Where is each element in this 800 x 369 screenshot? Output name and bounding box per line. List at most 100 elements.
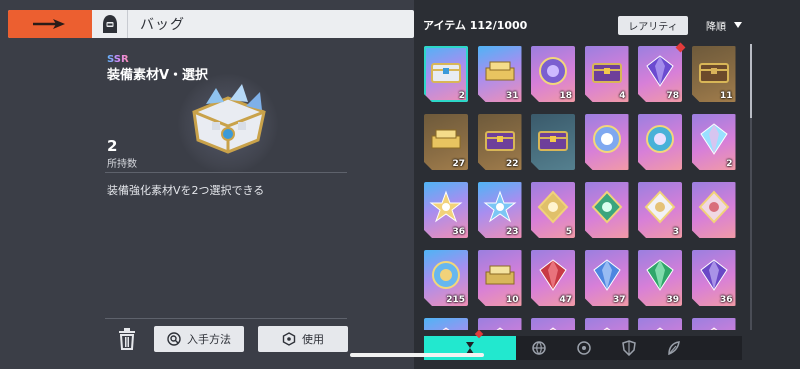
inventory-item[interactable]: 4	[585, 46, 629, 102]
filter-tab-shield[interactable]	[606, 336, 651, 360]
equipment-chest-icon	[192, 84, 266, 154]
page-title: バッグ	[140, 17, 185, 33]
inventory-item[interactable]	[531, 318, 575, 330]
gold-emblem-icon	[536, 190, 570, 224]
item-quantity: 22	[505, 159, 519, 169]
divider	[105, 318, 347, 319]
inventory-item[interactable]: 18	[531, 46, 575, 102]
purple-crystal-icon	[643, 54, 677, 88]
acquire-method-label: 入手方法	[187, 333, 231, 346]
rarity-sort-button[interactable]: レアリティ	[618, 16, 688, 35]
scrollbar-thumb[interactable]	[750, 44, 752, 118]
top-bar: バッグ	[8, 10, 414, 38]
partial-item-icon	[483, 326, 517, 330]
inventory-item[interactable]: 31	[478, 46, 522, 102]
divider	[105, 172, 347, 173]
jewel-chest-icon	[483, 122, 517, 156]
inventory-item[interactable]: 47	[531, 250, 575, 306]
treasure-chest-icon	[697, 54, 731, 88]
inventory-item[interactable]: 215	[424, 250, 468, 306]
search-icon	[167, 332, 181, 346]
gold-bars-icon	[429, 122, 463, 156]
back-arrow-icon	[33, 19, 65, 29]
green-crystal-icon	[643, 258, 677, 292]
inventory-item[interactable]: 3	[638, 182, 682, 238]
owned-count: 2	[107, 137, 118, 155]
blue-crystal-icon	[590, 258, 624, 292]
item-quantity: 5	[565, 227, 572, 237]
cross-emblem-icon	[697, 190, 731, 224]
use-button[interactable]: 使用	[258, 326, 348, 352]
sort-arrow-icon[interactable]	[734, 22, 742, 28]
sort-order-toggle[interactable]: 降順	[706, 18, 726, 33]
item-quantity: 27	[452, 159, 465, 169]
inventory-item[interactable]	[585, 318, 629, 330]
item-quantity: 4	[619, 91, 626, 101]
rainbow-crystal-icon	[697, 122, 731, 156]
inventory-item[interactable]: 5	[531, 182, 575, 238]
item-quantity: 23	[505, 227, 519, 237]
inventory-item[interactable]: 23	[478, 182, 522, 238]
item-name: 装備素材Ⅴ・選択	[107, 68, 209, 83]
home-button[interactable]	[92, 10, 128, 38]
inventory-item[interactable]: 22	[478, 114, 522, 170]
item-quantity: 2	[726, 159, 733, 169]
item-quantity: 18	[559, 91, 572, 101]
partial-item-icon	[643, 326, 677, 330]
inventory-item[interactable]: 11	[692, 46, 736, 102]
purple-orb-icon	[536, 54, 570, 88]
inventory-count: アイテム 112/1000	[423, 19, 528, 32]
inventory-item[interactable]: 2	[692, 114, 736, 170]
blue-star-icon	[483, 190, 517, 224]
inventory-item[interactable]: 39	[638, 250, 682, 306]
item-quantity: 3	[672, 227, 679, 237]
trash-icon[interactable]	[116, 327, 138, 351]
partial-item-icon	[536, 326, 570, 330]
inventory-item[interactable]	[531, 114, 575, 170]
inventory-item[interactable]: 2	[424, 46, 468, 102]
partial-item-icon	[429, 326, 463, 330]
feather-icon	[667, 341, 680, 356]
white-emblem-icon	[643, 190, 677, 224]
staff-key-icon	[429, 258, 463, 292]
inventory-item[interactable]	[692, 182, 736, 238]
inventory-item[interactable]	[585, 182, 629, 238]
inventory-item[interactable]	[638, 318, 682, 330]
filter-tab-target[interactable]	[561, 336, 606, 360]
item-quantity: 215	[446, 295, 465, 305]
inventory-item[interactable]: 10	[478, 250, 522, 306]
cross-orb-icon	[590, 122, 624, 156]
item-description: 装備強化素材Ⅴを2つ選択できる	[107, 184, 265, 197]
back-button[interactable]	[8, 10, 92, 38]
owned-count-label: 所持数	[107, 159, 137, 170]
partial-item-icon	[697, 326, 731, 330]
item-quantity: 2	[458, 91, 465, 101]
item-quantity: 11	[719, 91, 733, 101]
item-quantity: 39	[666, 295, 679, 305]
inventory-item[interactable]: 27	[424, 114, 468, 170]
partial-item-icon	[590, 326, 624, 330]
gold-cube-icon	[483, 258, 517, 292]
inventory-item[interactable]: 36	[424, 182, 468, 238]
gold-bars-icon	[483, 54, 517, 88]
acquire-method-button[interactable]: 入手方法	[154, 326, 244, 352]
inventory-item[interactable]	[478, 318, 522, 330]
inventory-item[interactable]: 37	[585, 250, 629, 306]
filter-tab-feather[interactable]	[651, 336, 696, 360]
inventory-item[interactable]: 36	[692, 250, 736, 306]
inventory-item[interactable]	[424, 318, 468, 330]
violet-crystal-icon	[697, 258, 731, 292]
item-grid: 2 31 18 4 78 11 27 22 2 36 23 5 3 215 10 47 37 39 36	[424, 46, 742, 330]
target-icon	[576, 341, 591, 355]
home-indicator[interactable]	[350, 353, 484, 357]
inventory-item[interactable]	[638, 114, 682, 170]
item-quantity: 10	[505, 295, 519, 305]
hooded-figure-icon	[102, 15, 117, 33]
inventory-item[interactable]: 78	[638, 46, 682, 102]
use-hex-icon	[282, 332, 296, 346]
jewel-chest-icon	[536, 122, 570, 156]
filter-tab-globe[interactable]	[516, 336, 561, 360]
item-quantity: 36	[452, 227, 465, 237]
inventory-item[interactable]	[692, 318, 736, 330]
inventory-item[interactable]	[585, 114, 629, 170]
